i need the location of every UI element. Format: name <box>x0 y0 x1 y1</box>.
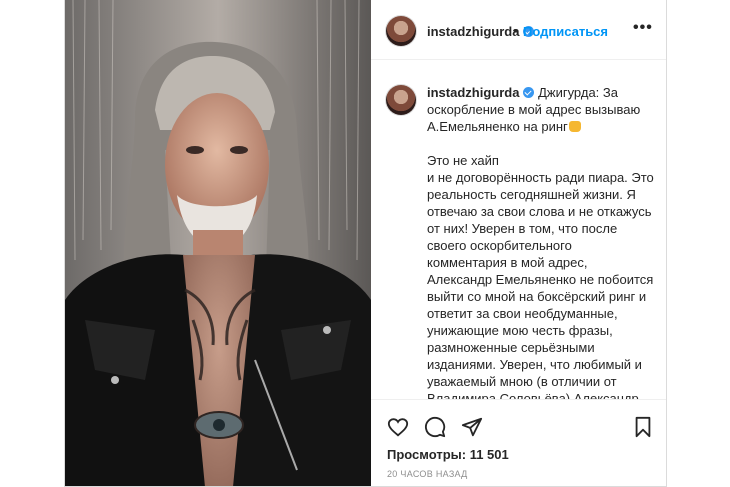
caption-username-text[interactable]: instadzhigurda <box>427 85 519 100</box>
author-username-text[interactable]: instadzhigurda <box>427 24 519 39</box>
follow-button[interactable]: Подписаться <box>523 24 608 39</box>
author-username[interactable]: instadzhigurda <box>427 24 535 39</box>
action-bar: Просмотры: 11 501 20 часов назад <box>371 399 666 486</box>
caption-username[interactable]: instadzhigurda <box>427 85 535 100</box>
video-frame <box>65 0 371 486</box>
verified-badge-icon <box>523 87 535 98</box>
heart-icon[interactable] <box>387 416 409 438</box>
separator-dot: • <box>513 23 518 38</box>
post-timestamp[interactable]: 20 часов назад <box>387 469 468 479</box>
caption-body: Это не хайп и не договорённость ради пиа… <box>427 153 654 399</box>
bookmark-icon[interactable] <box>633 416 653 438</box>
post-header: instadzhigurda • Подписаться ••• <box>371 0 666 60</box>
caption-section: instadzhigurda Джигурда: За оскорбление … <box>371 60 666 399</box>
instagram-post: instadzhigurda • Подписаться ••• instadz… <box>64 0 667 487</box>
view-count[interactable]: Просмотры: 11 501 <box>387 447 509 462</box>
more-options-icon[interactable]: ••• <box>633 19 653 37</box>
caption-avatar[interactable] <box>386 85 416 115</box>
post-video[interactable] <box>65 0 371 486</box>
post-sidebar: instadzhigurda • Подписаться ••• instadz… <box>371 0 666 486</box>
paper-plane-icon[interactable] <box>461 416 483 438</box>
author-avatar[interactable] <box>386 16 416 46</box>
caption: instadzhigurda Джигурда: За оскорбление … <box>427 84 655 399</box>
fist-emoji-icon <box>568 121 581 132</box>
comment-icon[interactable] <box>424 416 446 438</box>
